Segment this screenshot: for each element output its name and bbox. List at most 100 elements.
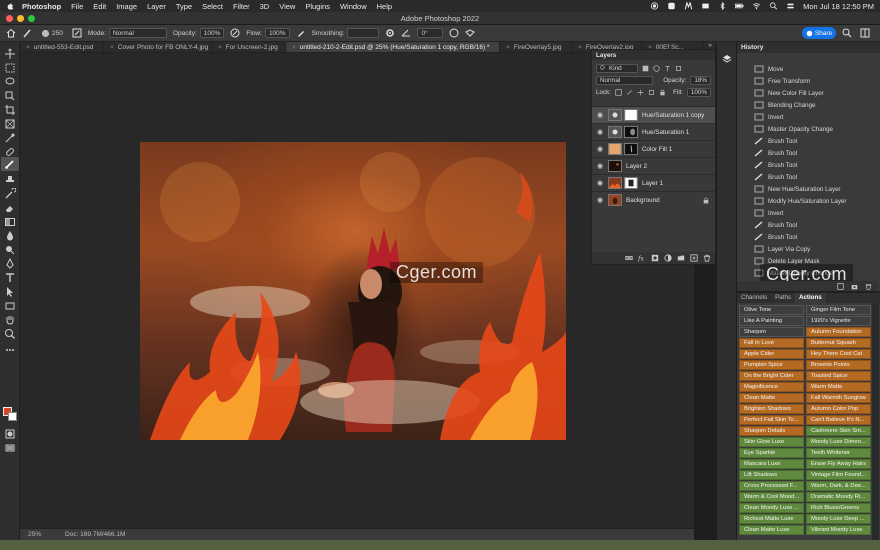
flow-field[interactable]: 100% (264, 28, 290, 38)
history-item[interactable]: Master Opacity Change (737, 123, 878, 135)
action-button[interactable]: Can't Believe It's N... (806, 415, 871, 425)
zoom-tool-icon[interactable] (4, 328, 16, 340)
action-button[interactable]: Richest Matte Luxe (739, 514, 804, 524)
action-button[interactable]: Cashmere Skin Sm... (806, 426, 871, 436)
marquee-tool-icon[interactable] (4, 62, 16, 74)
menu-help[interactable]: Help (377, 2, 392, 11)
action-button[interactable]: Teeth Whitener (806, 448, 871, 458)
layer-row[interactable]: ◉ Layer 1 (592, 174, 715, 191)
type-tool-icon[interactable] (4, 272, 16, 284)
action-button[interactable]: Ginger Film Tone (806, 305, 871, 315)
action-button[interactable]: 1920's Vignette (806, 316, 871, 326)
eraser-tool-icon[interactable] (4, 202, 16, 214)
history-item[interactable]: New Hue/Saturation Layer (737, 183, 878, 195)
action-button[interactable]: Moody Luxe Dimen... (806, 437, 871, 447)
history-item[interactable]: Brush Tool (737, 159, 878, 171)
search-icon[interactable] (842, 28, 852, 38)
menu-plugins[interactable]: Plugins (305, 2, 330, 11)
history-item[interactable]: Brush Tool (737, 219, 878, 231)
angle-field[interactable]: 0° (417, 28, 444, 38)
action-button[interactable]: Brighten Shadows (739, 404, 804, 414)
path-selection-tool-icon[interactable] (4, 286, 16, 298)
brush-tool-icon[interactable] (22, 28, 32, 38)
menu-type[interactable]: Type (176, 2, 192, 11)
action-button[interactable]: Fall Warmth Sunglow (806, 393, 871, 403)
layer-row[interactable]: ◉ Hue/Saturation 1 (592, 123, 715, 140)
layer-name[interactable]: Hue/Saturation 1 (642, 129, 689, 136)
history-item[interactable]: Move (737, 63, 878, 75)
spotlight-icon[interactable] (769, 2, 778, 10)
battery-icon[interactable] (735, 2, 744, 10)
smoothing-options-gear-icon[interactable] (385, 28, 395, 38)
new-document-from-state-icon[interactable] (837, 282, 844, 290)
adjustment-filter-icon[interactable] (653, 64, 660, 72)
action-button[interactable]: Hey There Cool Cat (806, 349, 871, 359)
layer-row[interactable]: ◉ Background (592, 191, 715, 208)
layer-kind-filter[interactable]: Kind (596, 63, 638, 73)
quick-mask-icon[interactable] (4, 428, 16, 440)
gradient-tool-icon[interactable] (4, 216, 16, 228)
layer-mask-thumb[interactable] (624, 126, 638, 138)
canvas-area[interactable]: Cger.com (20, 53, 686, 528)
lock-artboard-icon[interactable] (648, 89, 655, 96)
history-item[interactable]: Modify Hue/Saturation Layer (737, 195, 878, 207)
action-button[interactable]: Warm Matte (806, 382, 871, 392)
snapshot-camera-icon[interactable] (851, 283, 858, 290)
close-tab-icon[interactable]: × (218, 44, 222, 51)
tab-paths[interactable]: Paths (771, 293, 795, 303)
layer-opacity-field[interactable]: 18% (690, 75, 711, 85)
action-button[interactable]: Vintage Film Found... (806, 470, 871, 480)
layer-mask-thumb[interactable] (624, 143, 638, 155)
blur-tool-icon[interactable] (4, 230, 16, 242)
action-button[interactable]: Fall In Love (739, 338, 804, 348)
action-button[interactable]: Magnificence (739, 382, 804, 392)
background-color-swatch[interactable] (8, 412, 17, 421)
visibility-eye-icon[interactable]: ◉ (595, 128, 605, 136)
tab-actions[interactable]: Actions (794, 293, 826, 303)
action-button[interactable]: Pumpkin Spice (739, 360, 804, 370)
layer-name[interactable]: Layer 2 (626, 163, 647, 170)
eyedropper-tool-icon[interactable] (4, 132, 16, 144)
menu-select[interactable]: Select (202, 2, 223, 11)
action-button[interactable]: Brownie Points (806, 360, 871, 370)
clone-stamp-tool-icon[interactable] (4, 174, 16, 186)
doc-size-info[interactable]: Doc: 169.7M/466.1M (65, 531, 125, 538)
close-tab-icon[interactable]: × (26, 44, 30, 51)
layer-mask-thumb[interactable] (624, 177, 638, 189)
fill-field[interactable]: 100% (686, 87, 711, 97)
layer-name[interactable]: Color Fill 1 (642, 146, 672, 153)
workspace-icon[interactable] (860, 28, 870, 38)
lock-position-icon[interactable] (637, 89, 644, 96)
new-adjustment-layer-icon[interactable] (664, 254, 672, 262)
share-button[interactable]: Share (802, 27, 836, 39)
new-layer-icon[interactable] (690, 254, 698, 262)
record-icon[interactable] (650, 2, 659, 10)
history-item[interactable]: Invert (737, 111, 878, 123)
layer-style-fx-icon[interactable]: fx (638, 254, 646, 262)
delete-state-trash-icon[interactable] (865, 283, 872, 290)
menu-filter[interactable]: Filter (233, 2, 250, 11)
canvas-image[interactable]: Cger.com (140, 142, 566, 440)
layer-name[interactable]: Layer 1 (642, 180, 663, 187)
hand-tool-icon[interactable] (4, 314, 16, 326)
action-button[interactable]: Perfect Fall Skin To... (739, 415, 804, 425)
screen-mode-icon[interactable] (4, 442, 16, 454)
menu-image[interactable]: Image (116, 2, 137, 11)
blend-mode-select[interactable]: Normal (596, 75, 654, 85)
action-button[interactable]: Sharpen Details (739, 426, 804, 436)
action-button[interactable]: Cross Processed F... (739, 481, 804, 491)
action-button[interactable]: Clean Matte (739, 393, 804, 403)
creative-cloud-icon[interactable] (667, 2, 676, 10)
mode-select[interactable]: Normal (108, 28, 167, 38)
add-mask-icon[interactable] (651, 254, 659, 262)
history-item[interactable]: Blending Change (737, 99, 878, 111)
doc-tab[interactable]: × untitled-553-Edit.psd (20, 42, 104, 52)
control-center-icon[interactable] (786, 2, 795, 10)
history-panel-title[interactable]: History (741, 44, 763, 51)
action-button[interactable]: Dramatic Moody Ri... (806, 492, 871, 502)
action-button[interactable]: Rich Blues/Greens (806, 503, 871, 513)
delete-layer-trash-icon[interactable] (703, 254, 711, 262)
home-icon[interactable] (6, 28, 16, 38)
edit-toolbar-icon[interactable] (4, 344, 16, 356)
doc-tab-active[interactable]: × untitled-210-2-Edit.psd @ 25% (Hue/Satu… (286, 42, 500, 52)
